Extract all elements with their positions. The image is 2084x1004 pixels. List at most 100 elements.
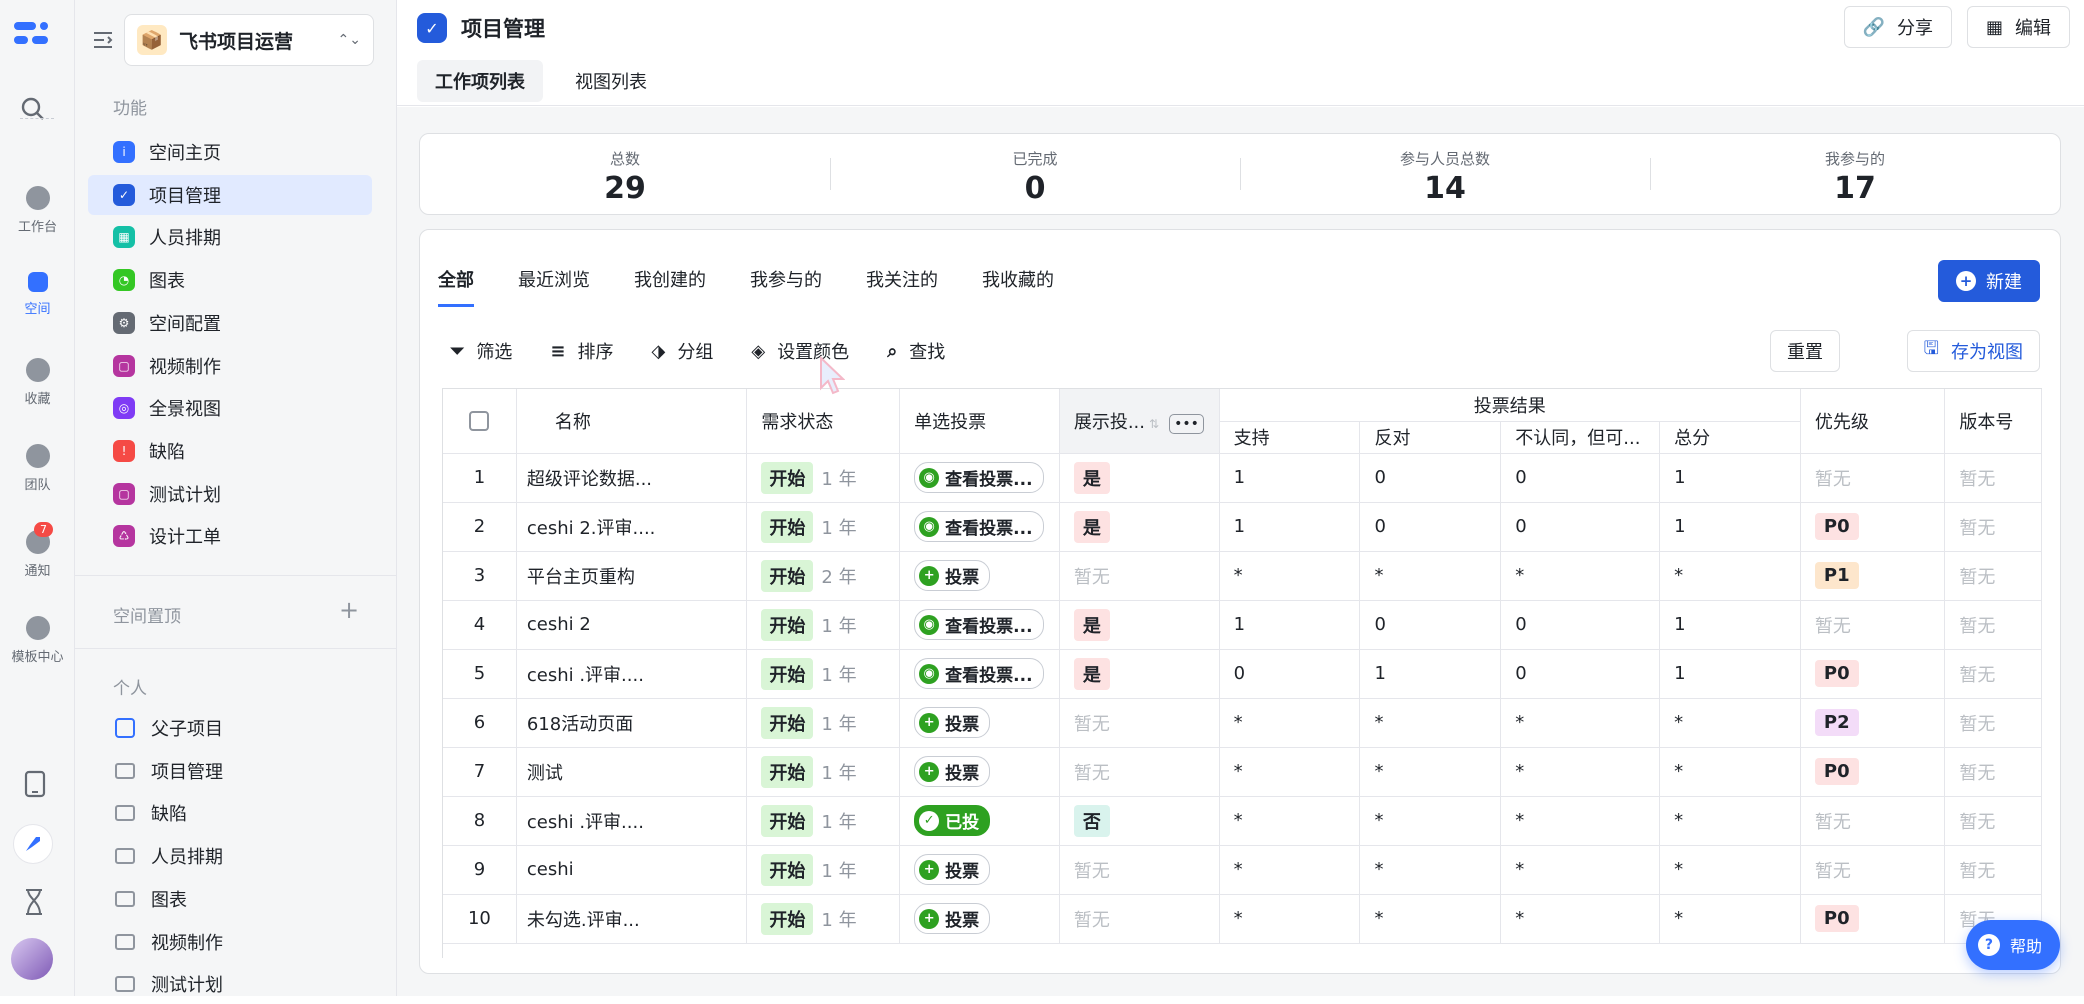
- row-support[interactable]: *: [1219, 845, 1361, 895]
- row-oppose[interactable]: 1: [1359, 649, 1502, 699]
- sidebar-item-2[interactable]: ✓ 项目管理: [88, 174, 372, 215]
- table-row[interactable]: 10 未勾选.评审... 开始 1 年 + 投票 暂无 * * * * P0 暂无: [443, 894, 2042, 944]
- new-button[interactable]: + 新建: [1938, 260, 2040, 302]
- row-total[interactable]: *: [1659, 894, 1801, 944]
- sidebar-item-4[interactable]: ◔ 图表: [88, 260, 372, 300]
- row-support[interactable]: 1: [1219, 600, 1361, 650]
- sidebar-item-6[interactable]: ▢ 视频制作: [88, 346, 372, 386]
- row-name[interactable]: 超级评论数据...: [516, 453, 748, 503]
- row-priority-cell[interactable]: P0: [1800, 649, 1946, 699]
- personal-item-5[interactable]: 图表: [88, 879, 372, 919]
- row-total[interactable]: *: [1659, 845, 1801, 895]
- row-oppose[interactable]: *: [1359, 894, 1502, 944]
- col-oppose[interactable]: 反对: [1359, 421, 1502, 454]
- row-vote-cell[interactable]: ✓ 已投: [899, 796, 1060, 846]
- row-priority-cell[interactable]: P2: [1800, 698, 1946, 748]
- table-row[interactable]: 8 ceshi .评审.... 开始 1 年 ✓ 已投否 * * * * 暂无 暂无: [443, 796, 2042, 846]
- row-version-cell[interactable]: 暂无: [1944, 600, 2042, 650]
- select-all-checkbox[interactable]: [469, 411, 490, 432]
- hourglass-icon[interactable]: [22, 888, 46, 916]
- row-name[interactable]: 618活动页面: [516, 698, 748, 748]
- row-status-cell[interactable]: 开始 2 年: [746, 551, 901, 601]
- row-support[interactable]: *: [1219, 796, 1361, 846]
- row-oppose[interactable]: *: [1359, 845, 1502, 895]
- row-disagree[interactable]: *: [1500, 845, 1661, 895]
- col-name[interactable]: 名称: [516, 389, 748, 454]
- row-total[interactable]: *: [1659, 747, 1801, 797]
- row-oppose[interactable]: 0: [1359, 600, 1502, 650]
- save-view-button[interactable]: 🖫 存为视图: [1906, 330, 2040, 372]
- row-total[interactable]: 1: [1659, 502, 1801, 552]
- filter-button[interactable]: ⏷ 筛选: [450, 338, 512, 364]
- personal-item-7[interactable]: 测试计划: [88, 964, 372, 1004]
- add-pinned-icon[interactable]: +: [339, 596, 359, 624]
- collapse-sidebar-icon[interactable]: [92, 30, 114, 50]
- table-row[interactable]: 3 平台主页重构 开始 2 年 + 投票 暂无 * * * * P1 暂无: [443, 551, 2042, 601]
- row-name[interactable]: ceshi .评审....: [516, 649, 748, 699]
- col-total[interactable]: 总分: [1659, 421, 1801, 454]
- row-priority-cell[interactable]: P0: [1800, 894, 1946, 944]
- sidebar-item-8[interactable]: ! 缺陷: [88, 431, 372, 471]
- row-oppose[interactable]: *: [1359, 747, 1502, 797]
- row-vote-cell[interactable]: ◉ 查看投票...: [899, 502, 1060, 552]
- more-options-icon[interactable]: •••: [1169, 413, 1204, 434]
- table-row[interactable]: 9 ceshi 开始 1 年 + 投票 暂无 * * * * 暂无 暂无: [443, 845, 2042, 895]
- row-support[interactable]: *: [1219, 698, 1361, 748]
- sort-arrows-icon[interactable]: ⇅: [1149, 417, 1159, 431]
- row-priority-cell[interactable]: P1: [1800, 551, 1946, 601]
- edit-button[interactable]: ▦ 编辑: [1966, 6, 2070, 48]
- row-disagree[interactable]: 0: [1500, 502, 1661, 552]
- vote-button[interactable]: + 投票: [914, 756, 991, 787]
- row-disagree[interactable]: 0: [1500, 453, 1661, 503]
- row-show-cell[interactable]: 是: [1059, 600, 1220, 650]
- vote-button[interactable]: + 投票: [914, 854, 991, 885]
- row-vote-cell[interactable]: ◉ 查看投票...: [899, 649, 1060, 699]
- col-status[interactable]: 需求状态: [746, 389, 901, 454]
- rail-item-2[interactable]: 空间: [0, 272, 75, 317]
- vote-button[interactable]: ◉ 查看投票...: [914, 658, 1044, 689]
- row-priority-cell[interactable]: P0: [1800, 747, 1946, 797]
- row-status-cell[interactable]: 开始 1 年: [746, 796, 901, 846]
- personal-item-6[interactable]: 视频制作: [88, 922, 372, 962]
- row-priority-cell[interactable]: 暂无: [1800, 845, 1946, 895]
- col-show-vote[interactable]: 展示投... ⇅ •••: [1059, 389, 1220, 454]
- row-version-cell[interactable]: 暂无: [1944, 551, 2042, 601]
- help-button[interactable]: ? 帮助: [1965, 920, 2060, 970]
- vote-button[interactable]: + 投票: [914, 707, 991, 738]
- row-support[interactable]: 1: [1219, 453, 1361, 503]
- row-name[interactable]: 未勾选.评审...: [516, 894, 748, 944]
- row-show-cell[interactable]: 暂无: [1059, 698, 1220, 748]
- sidebar-item-9[interactable]: ▢ 测试计划: [88, 474, 372, 514]
- row-status-cell[interactable]: 开始 1 年: [746, 453, 901, 503]
- vote-button[interactable]: ✓ 已投: [914, 805, 991, 836]
- col-priority[interactable]: 优先级: [1800, 389, 1946, 454]
- col-version[interactable]: 版本号: [1944, 389, 2042, 454]
- row-total[interactable]: 1: [1659, 649, 1801, 699]
- col-disagree[interactable]: 不认同，但可...: [1500, 421, 1661, 454]
- row-priority-cell[interactable]: 暂无: [1800, 600, 1946, 650]
- row-disagree[interactable]: *: [1500, 796, 1661, 846]
- row-status-cell[interactable]: 开始 1 年: [746, 845, 901, 895]
- personal-item-1[interactable]: 父子项目: [88, 708, 372, 748]
- filter-tab-6[interactable]: 我收藏的: [982, 266, 1054, 307]
- table-row[interactable]: 2 ceshi 2.评审.... 开始 1 年 ◉ 查看投票... 是 1 0 0 1 P0 暂无: [443, 502, 2042, 552]
- row-disagree[interactable]: *: [1500, 698, 1661, 748]
- row-disagree[interactable]: 0: [1500, 600, 1661, 650]
- row-vote-cell[interactable]: ◉ 查看投票...: [899, 600, 1060, 650]
- col-vote[interactable]: 单选投票: [899, 389, 1060, 454]
- row-status-cell[interactable]: 开始 1 年: [746, 502, 901, 552]
- filter-tab-3[interactable]: 我创建的: [634, 266, 706, 307]
- table-row[interactable]: 7 测试 开始 1 年 + 投票 暂无 * * * * P0 暂无: [443, 747, 2042, 797]
- filter-tab-5[interactable]: 我关注的: [866, 266, 938, 307]
- filter-tab-4[interactable]: 我参与的: [750, 266, 822, 307]
- row-name[interactable]: ceshi: [516, 845, 748, 895]
- row-oppose[interactable]: 0: [1359, 453, 1502, 503]
- row-show-cell[interactable]: 暂无: [1059, 845, 1220, 895]
- group-button[interactable]: ⬗ 分组: [652, 338, 714, 364]
- vote-button[interactable]: ◉ 查看投票...: [914, 462, 1044, 493]
- table-row[interactable]: 1 超级评论数据... 开始 1 年 ◉ 查看投票... 是 1 0 0 1 暂无 暂无: [443, 453, 2042, 503]
- row-show-cell[interactable]: 是: [1059, 502, 1220, 552]
- row-oppose[interactable]: *: [1359, 796, 1502, 846]
- row-name[interactable]: ceshi 2: [516, 600, 748, 650]
- reset-button[interactable]: 重置: [1770, 330, 1840, 372]
